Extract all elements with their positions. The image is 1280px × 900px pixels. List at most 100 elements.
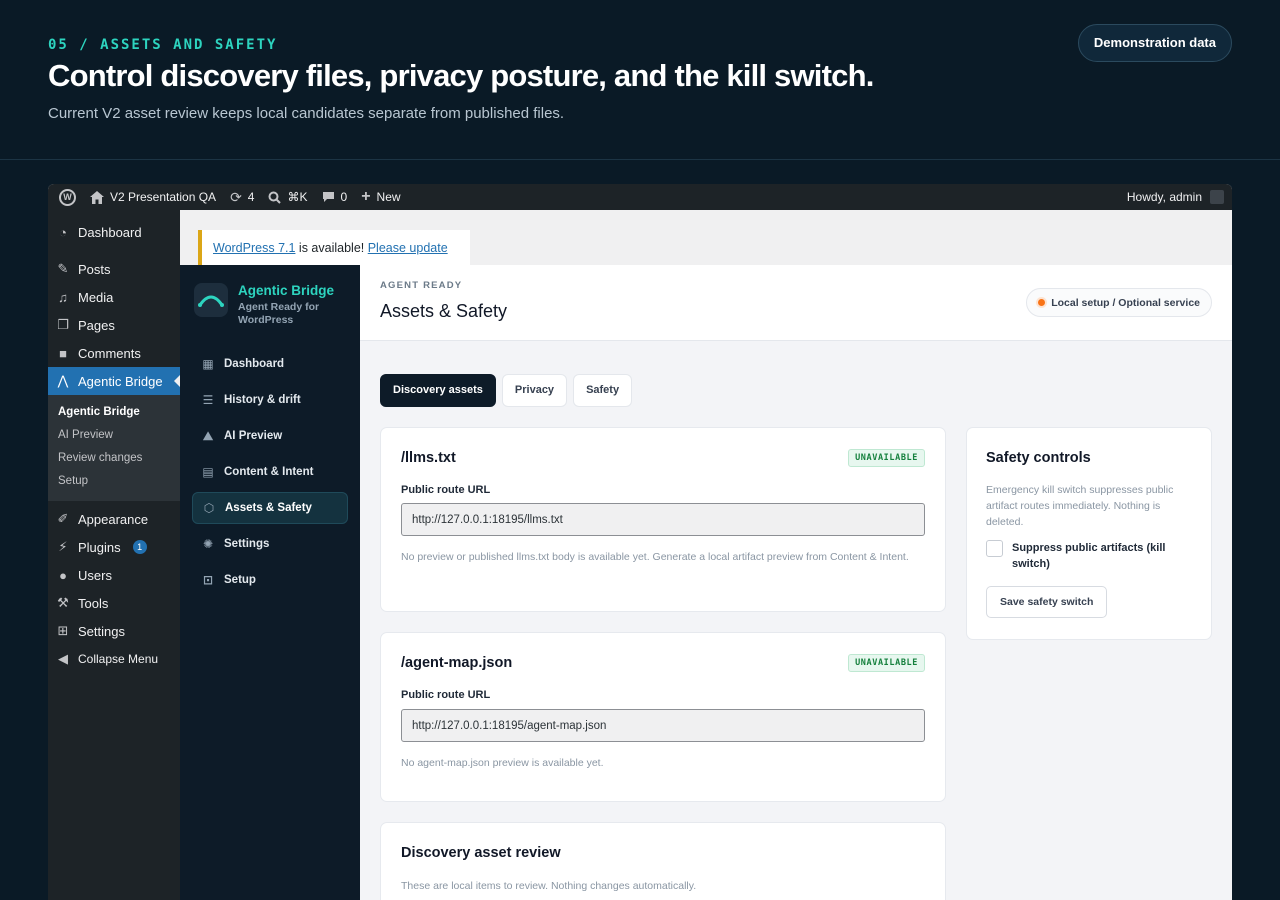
plugin-nav-settings[interactable]: ✺ Settings	[192, 528, 348, 560]
submenu-item-review-changes[interactable]: Review changes	[48, 447, 180, 470]
sliders-icon: ☰	[202, 393, 214, 407]
menu-item-comments[interactable]: ■ Comments	[48, 339, 180, 367]
comment-icon: ■	[59, 345, 67, 361]
site-name: V2 Presentation QA	[110, 190, 217, 204]
wp-logo-menu[interactable]: W	[48, 184, 83, 210]
menu-label: Comments	[78, 345, 141, 361]
review-note: These are local items to review. Nothing…	[401, 880, 697, 892]
status-badge: UNAVAILABLE	[848, 449, 925, 467]
llms-txt-title: /llms.txt	[401, 450, 456, 466]
kill-switch-checkbox[interactable]	[986, 540, 1003, 557]
user-icon: ●	[59, 567, 67, 583]
llms-url-field[interactable]	[401, 503, 925, 536]
status-dot-icon	[1038, 299, 1046, 306]
document-icon: ▤	[202, 465, 214, 479]
menu-label: Users	[78, 567, 112, 583]
plugin-nav-content-intent[interactable]: ▤ Content & Intent	[192, 456, 348, 488]
route-url-label: Public route URL	[401, 689, 491, 701]
page-title: Assets & Safety	[380, 301, 508, 321]
menu-item-users[interactable]: ● Users	[48, 561, 180, 589]
plugin-nav-ai-preview[interactable]: ⛰ AI Preview	[192, 420, 348, 452]
comments-link[interactable]: 0	[315, 184, 355, 210]
safety-title: Safety controls	[986, 450, 1091, 466]
wordpress-version-link[interactable]: WordPress 7.1	[213, 241, 295, 255]
kill-switch-row: Suppress public artifacts (kill switch)	[986, 540, 1196, 572]
presentation-title: Control discovery files, privacy posture…	[48, 58, 874, 93]
llms-note: No preview or published llms.txt body is…	[401, 551, 909, 563]
menu-item-tools[interactable]: ⚒ Tools	[48, 589, 180, 617]
nav-label: Dashboard	[224, 358, 285, 370]
menu-item-dashboard[interactable]: ◔ Dashboard	[48, 218, 180, 246]
discovery-review-card: Discovery asset review These are local i…	[380, 822, 946, 900]
menu-item-agentic-bridge[interactable]: ⋀ Agentic Bridge	[48, 367, 180, 395]
menu-item-appearance[interactable]: ✐ Appearance	[48, 505, 180, 533]
command-search[interactable]: ⌘K	[261, 184, 314, 210]
bridge-logo-icon	[194, 283, 228, 317]
search-shortcut: ⌘K	[287, 190, 308, 204]
safety-description: Emergency kill switch suppresses public …	[986, 484, 1174, 528]
avatar	[1210, 190, 1224, 204]
settings-icon: ⊞	[57, 623, 69, 638]
menu-label: Tools	[78, 595, 109, 611]
menu-item-pages[interactable]: ❐ Pages	[48, 311, 180, 339]
page-eyebrow: AGENT READY	[380, 280, 463, 291]
plugin-nav-setup[interactable]: ⊡ Setup	[192, 564, 348, 596]
menu-item-settings[interactable]: ⊞ Settings	[48, 617, 180, 645]
submenu-item-setup[interactable]: Setup	[48, 470, 180, 493]
plugin-sidebar: Agentic Bridge Agent Ready for WordPress…	[180, 265, 360, 900]
menu-label: Appearance	[78, 511, 149, 527]
agent-map-card: /agent-map.json UNAVAILABLE Public route…	[380, 632, 946, 802]
kill-switch-label: Suppress public artifacts (kill switch)	[1012, 542, 1166, 570]
comment-bubble-icon	[322, 192, 334, 202]
tab-discovery-assets[interactable]: Discovery assets	[380, 374, 496, 407]
menu-label: Media	[78, 289, 114, 305]
menu-label: Agentic Bridge	[78, 373, 163, 389]
menu-label: Plugins	[78, 539, 121, 555]
brand-tagline: Agent Ready for WordPress	[238, 301, 320, 326]
nav-label: Settings	[224, 538, 270, 550]
tab-privacy[interactable]: Privacy	[501, 374, 568, 407]
search-icon	[268, 191, 282, 204]
updates-link[interactable]: ⟳ 4	[223, 184, 261, 210]
site-name-link[interactable]: V2 Presentation QA	[83, 184, 223, 210]
menu-item-collapse[interactable]: ◀ Collapse Menu	[48, 645, 180, 673]
status-text: Local setup / Optional service	[1051, 296, 1200, 309]
setup-icon: ⊡	[202, 573, 214, 587]
agentic-bridge-submenu: Agentic Bridge AI Preview Review changes…	[48, 395, 180, 501]
submenu-item-agentic-bridge[interactable]: Agentic Bridge	[48, 401, 180, 424]
review-title: Discovery asset review	[401, 845, 561, 861]
menu-label: Pages	[78, 317, 115, 333]
media-icon: ♫	[58, 289, 68, 305]
refresh-icon: ⟳	[230, 189, 242, 205]
collapse-icon: ◀	[58, 651, 68, 666]
tab-safety[interactable]: Safety	[573, 374, 633, 407]
new-content-link[interactable]: + New	[354, 184, 407, 210]
tab-bar: Discovery assets Privacy Safety	[380, 374, 633, 407]
presentation-header: 05 / ASSETS AND SAFETY Control discovery…	[0, 0, 1280, 160]
menu-label: Posts	[78, 261, 111, 277]
save-safety-switch-button[interactable]: Save safety switch	[986, 586, 1108, 618]
wp-admin-bar: W V2 Presentation QA ⟳ 4 ⌘K 0 + New Howd…	[48, 184, 1232, 210]
section-eyebrow: 05 / ASSETS AND SAFETY	[48, 37, 278, 53]
nav-label: History & drift	[224, 394, 301, 406]
plugin-nav-dashboard[interactable]: ▦ Dashboard	[192, 348, 348, 380]
plugins-update-badge: 1	[132, 540, 147, 554]
browser-frame: W V2 Presentation QA ⟳ 4 ⌘K 0 + New Howd…	[48, 184, 1232, 900]
plugin-nav-history-drift[interactable]: ☰ History & drift	[192, 384, 348, 416]
nav-label: Content & Intent	[224, 466, 314, 478]
account-menu[interactable]: Howdy, admin	[1127, 190, 1232, 204]
menu-item-posts[interactable]: ✎ Posts	[48, 255, 180, 283]
menu-item-plugins[interactable]: ⚡ Plugins 1	[48, 533, 180, 561]
updates-count: 4	[247, 190, 255, 204]
pages-icon: ❐	[57, 317, 69, 332]
agent-map-note: No agent-map.json preview is available y…	[401, 757, 604, 769]
status-badge: Local setup / Optional service	[1026, 288, 1212, 317]
agent-map-title: /agent-map.json	[401, 655, 513, 671]
agent-map-url-field[interactable]	[401, 709, 925, 742]
plugin-nav-assets-safety[interactable]: ⬡ Assets & Safety	[192, 492, 348, 524]
submenu-item-ai-preview[interactable]: AI Preview	[48, 424, 180, 447]
preview-icon: ⛰	[202, 428, 214, 443]
plugin-main: AGENT READY Assets & Safety Local setup …	[360, 265, 1232, 900]
menu-item-media[interactable]: ♫ Media	[48, 283, 180, 311]
wp-admin-menu: ◔ Dashboard ✎ Posts ♫ Media ❐ Pages ■ Co…	[48, 210, 180, 900]
